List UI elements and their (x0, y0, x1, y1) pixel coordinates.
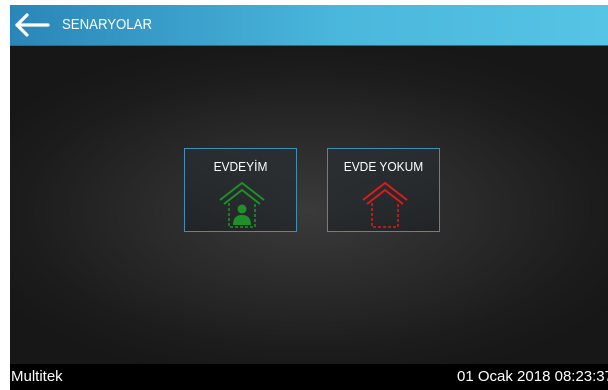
app-screen: SENARYOLAR EVDEYİM EVDE YOKUM Multitek 0… (10, 5, 608, 390)
page-title: SENARYOLAR (62, 16, 152, 33)
scenario-area: EVDEYİM EVDE YOKUM (10, 46, 608, 364)
brand-label: Multitek (11, 368, 63, 385)
back-button[interactable] (12, 11, 50, 39)
scenario-button-away[interactable]: EVDE YOKUM (327, 148, 440, 232)
datetime-label: 01 Ocak 2018 08:23:37 (457, 368, 608, 385)
scenario-label-home: EVDEYİM (213, 159, 268, 174)
scenario-button-home[interactable]: EVDEYİM (184, 148, 297, 232)
status-bar: Multitek 01 Ocak 2018 08:23:37 (10, 364, 608, 390)
house-person-icon (219, 181, 265, 228)
header-bar: SENARYOLAR (10, 5, 608, 46)
arrow-left-icon (15, 13, 50, 37)
house-empty-icon (362, 181, 408, 228)
scenario-label-away: EVDE YOKUM (343, 159, 424, 174)
